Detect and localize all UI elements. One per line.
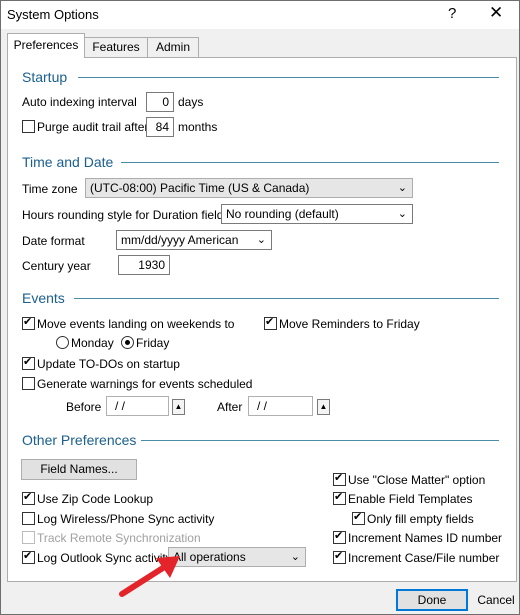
tab-features-label: Features [92,40,140,54]
field-names-button[interactable]: Field Names... [21,459,137,480]
rounding-select[interactable]: No rounding (default) ⌄ [221,204,413,224]
field-names-button-label: Field Names... [40,462,118,476]
todos-label: Update TO-DOs on startup [37,357,180,371]
names-id-label: Increment Names ID number [348,531,503,545]
wireless-label: Log Wireless/Phone Sync activity [37,512,215,526]
startup-divider [78,77,499,78]
cancel-button-label: Cancel [477,593,515,607]
after-spin-up-icon[interactable]: ▲ [317,399,330,415]
chevron-down-icon: ⌄ [397,208,407,220]
tab-features[interactable]: Features [84,37,148,57]
reminders-checkbox[interactable] [264,315,277,330]
red-arrow-icon [119,556,180,597]
other-heading: Other Preferences [22,432,137,448]
tab-preferences-label: Preferences [13,38,79,52]
startup-heading: Startup [22,69,68,85]
auto-index-unit: days [178,95,204,109]
close-icon[interactable]: ✕ [489,3,503,23]
time-date-divider [121,162,499,163]
weekend-label: Move events landing on weekends to [37,317,235,331]
chevron-down-icon: ⌄ [397,182,407,194]
auto-index-input[interactable]: 0 [146,92,174,112]
close-matter-checkbox[interactable] [333,471,346,486]
monday-label: Monday [71,336,114,350]
close-matter-label: Use "Close Matter" option [348,473,486,487]
remote-label: Track Remote Synchronization [37,531,201,545]
chevron-down-icon: ⌄ [290,551,300,563]
preferences-panel: Startup Auto indexing interval 0 days Pu… [7,57,517,582]
outlook-checkbox[interactable] [22,549,35,564]
warnings-label: Generate warnings for events scheduled [37,377,253,391]
before-spin-up-icon[interactable]: ▲ [172,399,185,415]
templates-label: Enable Field Templates [348,492,473,506]
templates-checkbox[interactable] [333,490,346,505]
timezone-value: (UTC-08:00) Pacific Time (US & Canada) [90,181,310,195]
rounding-label: Hours rounding style for Duration fields [22,208,230,222]
window-title: System Options [7,7,99,22]
rounding-value: No rounding (default) [226,207,339,221]
time-date-heading: Time and Date [22,154,114,170]
tab-preferences[interactable]: Preferences [7,33,85,58]
friday-radio[interactable] [121,336,134,349]
timezone-label: Time zone [22,182,78,196]
names-id-checkbox[interactable] [333,529,346,544]
friday-label: Friday [136,336,170,350]
empty-fields-checkbox[interactable] [352,510,365,525]
zip-checkbox[interactable] [22,490,35,505]
purge-checkbox[interactable] [22,120,35,133]
date-format-select[interactable]: mm/dd/yyyy American ⌄ [116,230,272,250]
timezone-select[interactable]: (UTC-08:00) Pacific Time (US & Canada) ⌄ [85,178,413,198]
chevron-down-icon: ⌄ [256,234,266,246]
system-options-dialog: System Options ? ✕ Preferences Features … [0,0,520,615]
outlook-select[interactable]: All operations ⌄ [168,547,306,567]
date-format-value: mm/dd/yyyy American [121,233,239,247]
remote-checkbox [22,531,35,544]
tab-admin[interactable]: Admin [147,37,199,57]
zip-label: Use Zip Code Lookup [37,492,154,506]
date-format-label: Date format [22,234,85,248]
help-icon[interactable]: ? [448,5,456,22]
events-divider [74,298,499,299]
done-button-label: Done [417,593,447,607]
before-date-input[interactable]: / / [106,396,169,416]
purge-label: Purge audit trail after [37,120,149,134]
title-bar: System Options ? ✕ [1,1,519,29]
weekend-checkbox[interactable] [22,315,35,330]
after-date-input[interactable]: / / [248,396,313,416]
wireless-checkbox[interactable] [22,512,35,525]
purge-unit: months [178,120,218,134]
events-heading: Events [22,290,65,306]
warnings-checkbox[interactable] [22,377,35,390]
century-input[interactable]: 1930 [118,255,170,275]
empty-fields-label: Only fill empty fields [367,512,474,526]
before-label: Before [66,400,102,414]
case-file-checkbox[interactable] [333,549,346,564]
purge-input[interactable]: 84 [146,117,174,137]
reminders-label: Move Reminders to Friday [279,317,420,331]
todos-checkbox[interactable] [22,355,35,370]
done-button[interactable]: Done [396,589,468,611]
tab-admin-label: Admin [155,40,190,54]
after-label: After [217,400,243,414]
cancel-button[interactable]: Cancel [476,593,516,607]
auto-index-label: Auto indexing interval [22,95,137,109]
century-label: Century year [22,259,91,273]
case-file-label: Increment Case/File number [348,551,500,565]
other-divider [141,440,499,441]
monday-radio[interactable] [56,336,69,349]
